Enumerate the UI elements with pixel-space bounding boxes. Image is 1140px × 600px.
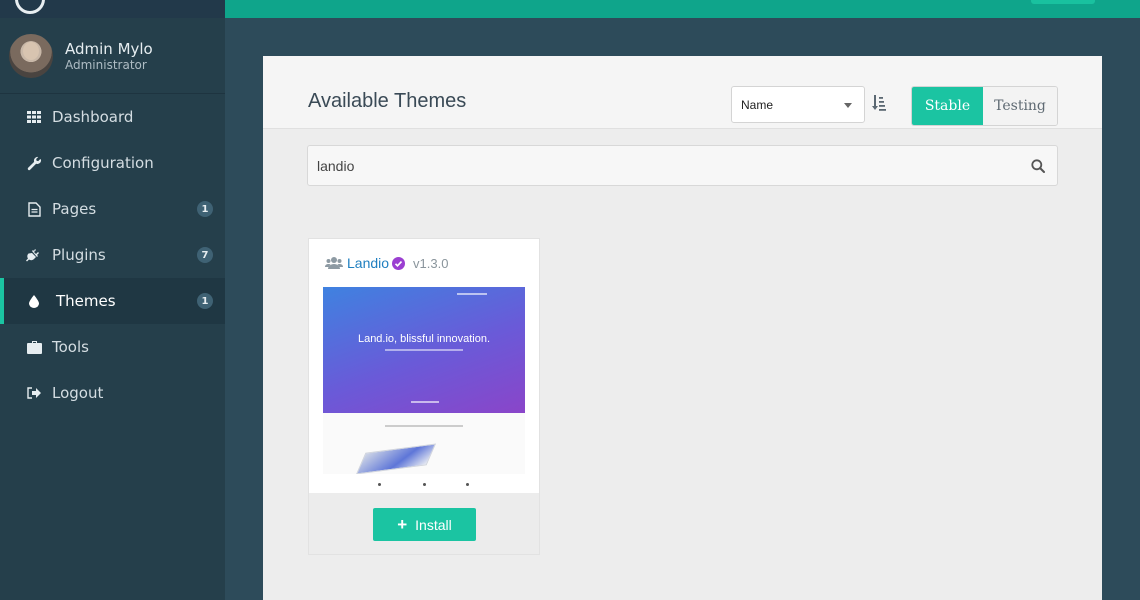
plus-icon: + (397, 515, 408, 534)
sidebar-item-pages[interactable]: Pages 1 (0, 186, 225, 232)
preview-dot (466, 483, 469, 486)
users-icon (325, 257, 343, 269)
top-bar (225, 0, 1140, 18)
themes-count-badge: 1 (197, 293, 213, 309)
preview-body (323, 413, 525, 494)
preview-headline: Land.io, blissful innovation. (357, 333, 491, 345)
preview-dot (378, 483, 381, 486)
briefcase-icon (26, 339, 42, 355)
testing-button[interactable]: Testing (983, 87, 1057, 125)
preview-device (355, 443, 437, 475)
logo[interactable] (15, 0, 45, 14)
install-button-label: Install (415, 516, 452, 533)
sort-order-icon[interactable] (872, 94, 886, 112)
theme-card: Landio v1.3.0 Land.io, blissful innovati… (308, 238, 540, 555)
grid-icon (26, 109, 42, 125)
sidebar-item-configuration[interactable]: Configuration (0, 140, 225, 186)
document-icon (26, 201, 42, 217)
sidebar-item-label: Logout (52, 384, 104, 402)
preview-dot (423, 483, 426, 486)
sidebar-item-themes[interactable]: Themes 1 (0, 278, 225, 324)
avatar (9, 33, 53, 78)
sign-out-icon (26, 385, 42, 401)
sidebar-item-label: Dashboard (52, 108, 134, 126)
sidebar-item-label: Pages (52, 200, 97, 218)
sidebar-logo-area (0, 0, 225, 18)
theme-card-header: Landio v1.3.0 (309, 239, 539, 287)
user-profile[interactable]: Admin Mylo Administrator (0, 18, 225, 94)
sort-select[interactable]: Name (731, 86, 865, 123)
sidebar-item-plugins[interactable]: Plugins 7 (0, 232, 225, 278)
search-icon[interactable] (1031, 159, 1045, 173)
preview-nav (457, 293, 487, 295)
sidebar-item-tools[interactable]: Tools (0, 324, 225, 370)
panel-header: Available Themes Name Stable Testing (263, 56, 1102, 129)
search-input[interactable] (308, 146, 1008, 185)
user-role: Administrator (65, 57, 147, 72)
sidebar-item-label: Plugins (52, 246, 106, 264)
droplet-icon (26, 293, 42, 309)
preview-hero: Land.io, blissful innovation. (323, 287, 525, 413)
theme-card-footer: + Install (309, 493, 539, 554)
plug-icon (26, 247, 42, 263)
verified-icon (392, 256, 406, 270)
pages-count-badge: 1 (197, 201, 213, 217)
plugins-count-badge: 7 (197, 247, 213, 263)
channel-toggle: Stable Testing (911, 86, 1058, 126)
sidebar-item-label: Tools (52, 338, 89, 356)
user-name: Admin Mylo (65, 39, 153, 58)
preview-links (411, 401, 439, 403)
top-bar-button[interactable] (1031, 0, 1095, 4)
sidebar-item-dashboard[interactable]: Dashboard (0, 94, 225, 140)
chevron-down-icon (844, 103, 852, 108)
install-button[interactable]: + Install (373, 508, 476, 541)
themes-panel: Available Themes Name Stable Testing lan… (263, 56, 1102, 600)
search-box (307, 145, 1058, 186)
sidebar: Admin Mylo Administrator Dashboard Confi… (0, 0, 225, 600)
sidebar-item-logout[interactable]: Logout (0, 370, 225, 416)
page-title: Available Themes (308, 90, 467, 112)
sort-select-value: Name (741, 97, 774, 112)
sidebar-nav: Dashboard Configuration Pages 1 Plugins … (0, 94, 225, 416)
theme-name-link[interactable]: Landio (347, 255, 389, 271)
preview-subline (385, 349, 463, 351)
theme-version: v1.3.0 (413, 255, 449, 271)
stable-button[interactable]: Stable (912, 87, 983, 125)
sidebar-item-label: Themes (56, 292, 116, 310)
sidebar-item-label: Configuration (52, 154, 154, 172)
wrench-icon (26, 155, 42, 171)
theme-preview-image[interactable]: Land.io, blissful innovation. (323, 287, 525, 494)
preview-body-text (385, 425, 463, 427)
